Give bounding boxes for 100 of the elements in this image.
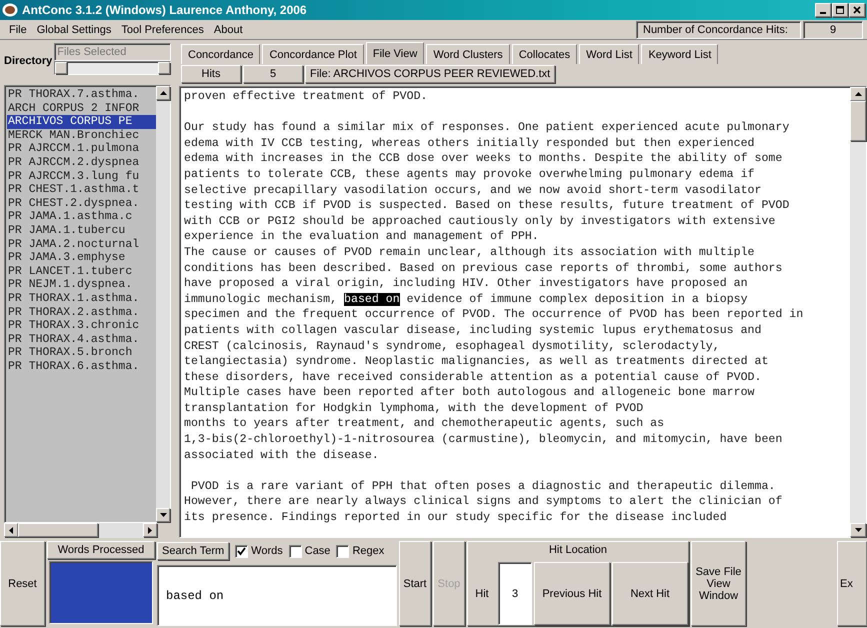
text-line: patients with collagen vascular disease, including systemic lupus erythematosus and [184,322,762,338]
right-arrow-icon [148,526,152,534]
start-button[interactable]: Start [399,541,431,626]
file-list-item[interactable]: PR THORAX.1.asthma. [7,292,156,306]
down-arrow-icon [160,513,166,517]
down-arrow-icon [854,528,862,532]
directory-dropdown[interactable] [54,61,171,75]
text-line: its presence. Findings reported in our study specific for the disease included [184,510,728,526]
hits-label: Hits [181,65,241,83]
text-line: Multiple cases have been reported after both autologous and allogeneic bone marrow [184,385,756,401]
text-line: edema with IV CCB testing, whereas others initially responded but then experienced [184,136,756,152]
vertical-scrollbar[interactable] [850,87,866,537]
text-line: proven effective treatment of PVOD. [184,89,429,105]
checkbox[interactable] [336,544,350,558]
directory-label: Directory [4,55,52,67]
file-list-item[interactable]: MERCK MAN.Bronchiec [7,128,156,142]
text-line: immunologic mechanism, based on evidence of immune complex deposition in a biopsy [184,292,749,308]
hit-location-label: Hit Location [548,543,608,558]
file-list-item[interactable]: PR CHEST.1.asthma.t [7,183,156,197]
text-line: edema with increases in the CCB dose over weeks to months. Despite the ability of some [184,151,784,167]
file-list-item[interactable]: ARCH CORPUS 2 INFOR [7,102,156,116]
file-list-item[interactable]: PR AJRCCM.2.dyspnea [7,156,156,170]
maximize-icon [835,5,845,15]
search-term-label: Search Term [157,542,230,560]
text-line: have proposed a viral origin, including HIV. Other investigators have proposed an [184,276,749,292]
hits-count: 9 [803,20,863,38]
text-line: testing with CCB if PVOD is suspected. Based on these results, future treatment of PVOD [184,198,790,214]
search-field[interactable]: based on [157,565,397,626]
checkbox-label: Case [304,545,330,557]
hits-label: Number of Concordance Hits: [636,20,801,38]
words-processed-label: Words Processed [47,541,155,559]
text-line: with CCB or PGI2 should be approached cautiously only by investigators with extensive [184,214,776,230]
files-selected-field[interactable]: Files Selected [54,43,171,61]
scrollbar-thumb[interactable] [18,523,98,537]
checkbox-label: Regex [352,545,384,557]
tab[interactable]: Word List [579,44,640,64]
hit-number-field[interactable]: 3 [498,562,532,625]
text-line: The cause or causes of PVOD remain unclear, although its association with multiple [184,244,756,261]
save-file-view-button[interactable]: Save File View Window [691,541,746,626]
tab[interactable]: Concordance [181,44,260,64]
window-title: AntConc 3.1.2 (Windows) Laurence Anthony, 2006 [22,3,308,17]
text-line: However, there are nearly always clinical signs and symptoms to alert the clinician of [184,494,784,510]
text-line: 1,3-bis(2-chloroethyl)-1-nitrosourea (carmustine), bleomycin, and mitomycin, have been [184,432,784,448]
up-arrow-icon [854,92,862,96]
minimize-icon [820,12,826,14]
checkbox-label: Words [251,545,283,557]
text-line: transplantation for Hodgkin lymphoma, with the development of PVOD [184,400,644,416]
tab[interactable]: Keyword List [641,44,718,64]
file-list-item[interactable]: PR LANCET.1.tuberc [7,264,156,278]
menu-item[interactable]: Global Settings [32,24,116,36]
file-list-item[interactable]: PR THORAX.2.asthma. [7,306,156,320]
minimize-button[interactable] [815,3,831,17]
text-line: experience in the evaluation and management of PPH. [184,229,540,245]
text-line: PVOD is a rare variant of PPH that often poses a diagnostic and therapeutic dilemma. [190,478,776,494]
file-list-item[interactable]: PR NEJM.1.dyspnea. [7,278,156,292]
text-line: conditions has been described. Based on previous case reports of thrombi, some authors [184,260,784,276]
file-list-item[interactable]: PR THORAX.6.asthma. [7,360,156,374]
app-icon [2,3,18,17]
hits-count: 5 [243,65,303,83]
file-list-item[interactable]: PR AJRCCM.3.lung fu [7,170,156,184]
text-line: telangiectasia) syndrome. Neoplastic malignancies, as well as treatments directed at [184,354,770,370]
checkbox[interactable] [235,544,248,558]
up-arrow-icon [160,91,166,95]
file-list-item[interactable]: PR JAMA.3.emphyse [7,251,156,265]
previous-hit-button[interactable]: Previous Hit [534,562,610,625]
tab[interactable]: File View [366,42,424,64]
exit-button[interactable]: Ex [837,541,867,626]
text-line: selective precapillary vasodilation occurs, and we now avoid short-term vasodilator [184,182,762,198]
tab[interactable]: Word Clusters [426,44,510,64]
file-list-item[interactable]: PR THORAX.7.asthma. [7,88,156,102]
text-line: Our study has found a similar mix of responses. One patient experienced acute pulmonary [184,120,790,136]
file-list-item[interactable]: PR THORAX.5.bronch [7,346,156,360]
file-list-item[interactable]: PR JAMA.1.asthma.c [7,210,156,224]
maximize-button[interactable] [832,3,848,17]
file-list-item[interactable]: PR THORAX.3.chronic [7,319,156,333]
file-list-item[interactable]: PR JAMA.1.tubercu [7,224,156,238]
text-line: specimen and the frequent occurrence of PVOD. The occurrence of PVOD has been reported in [184,307,804,323]
vertical-scrollbar[interactable] [156,86,170,522]
file-list-item[interactable]: ARCHIVOS CORPUS PE [7,115,156,129]
tab[interactable]: Concordance Plot [262,44,364,64]
close-button[interactable] [849,3,865,17]
text-line: these disorders, have received considerable attention as a potential cause of PVOD. [184,370,762,386]
file-list-item[interactable]: PR THORAX.4.asthma. [7,332,156,346]
next-hit-button[interactable]: Next Hit [612,562,688,625]
checkbox[interactable] [288,544,302,558]
text-line: associated with the disease. [184,448,380,464]
file-list-item[interactable]: PR CHEST.2.dyspnea. [7,196,156,210]
close-icon [852,5,862,15]
reset-button[interactable]: Reset [0,541,45,626]
horizontal-scrollbar[interactable] [4,523,157,538]
tab[interactable]: Collocates [512,44,578,64]
scrollbar-thumb[interactable] [850,101,866,141]
text-line: CREST (calcinosis, Raynaud's syndrome, esophageal dysmotility, sclerodactyly, [184,338,721,354]
text-line: patients to tolerate CCB, these agents may provoke overwhelming pulmonary edema if [184,166,756,183]
menu-item[interactable]: Tool Preferences [116,24,209,36]
left-arrow-icon [9,526,13,534]
file-list-item[interactable]: PR AJRCCM.1.pulmona [7,142,156,156]
menu-item[interactable]: File [4,24,32,36]
file-list-item[interactable]: PR JAMA.2.nocturnal [7,238,156,252]
menu-item[interactable]: About [208,24,248,36]
